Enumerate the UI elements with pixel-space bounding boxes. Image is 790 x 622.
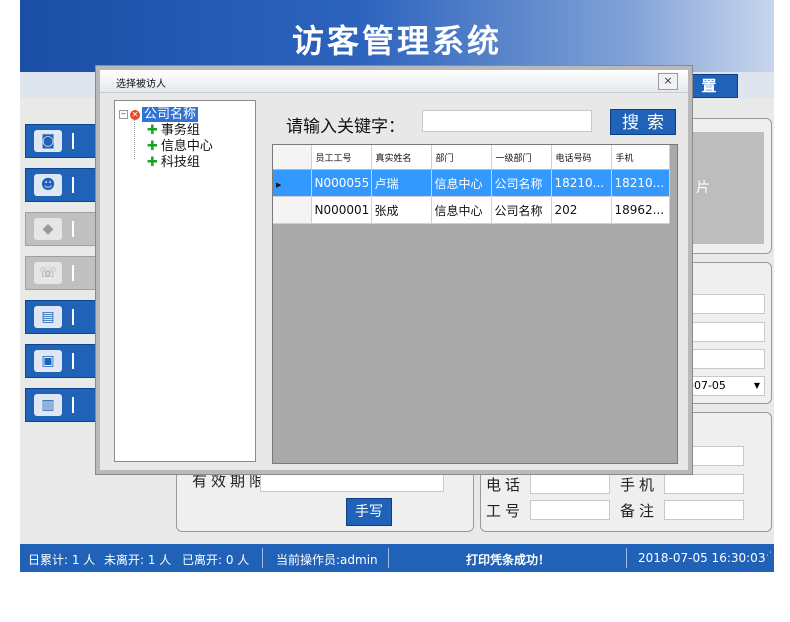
- phone-label: 电话: [486, 476, 525, 494]
- table-cell[interactable]: 公司名称: [491, 169, 552, 197]
- table-row[interactable]: ▶ N000055 卢瑞 信息中心 公司名称 18210... 18210...: [273, 169, 670, 197]
- handwrite-button[interactable]: 手写: [346, 498, 392, 526]
- status-bar: 日累计: 1 人 未离开: 1 人 已离开: 0 人 当前操作员:admin 打…: [20, 544, 774, 572]
- trash-icon: ▥: [34, 394, 62, 416]
- table-cell[interactable]: 信息中心: [431, 196, 492, 224]
- department-icon: ✚: [147, 155, 158, 170]
- chevron-down-icon: ▼: [753, 381, 760, 390]
- table-cell[interactable]: 公司名称: [491, 196, 552, 224]
- collapse-icon[interactable]: −: [119, 110, 128, 119]
- table-cell[interactable]: 信息中心: [431, 169, 492, 197]
- visitor-register-button[interactable]: ☻: [25, 168, 97, 202]
- info-field-2[interactable]: [685, 322, 765, 342]
- column-header[interactable]: 一级部门: [491, 145, 552, 170]
- separator: [72, 265, 74, 281]
- search-button[interactable]: 搜索: [610, 109, 676, 135]
- separator: [72, 397, 74, 413]
- camera-button[interactable]: ◙: [25, 124, 97, 158]
- status-datetime: 2018-07-05 16:30:03: [638, 551, 766, 565]
- row-header[interactable]: ▶: [273, 169, 312, 197]
- separator: [72, 221, 74, 237]
- photo-preview: 片: [690, 132, 764, 244]
- table-cell[interactable]: 张成: [371, 196, 432, 224]
- valid-period-field[interactable]: [260, 472, 444, 492]
- table-row[interactable]: N000001 张成 信息中心 公司名称 202 18962...: [273, 196, 670, 224]
- column-header[interactable]: 手机: [611, 145, 670, 170]
- app-title: 访客管理系统: [291, 22, 502, 60]
- app-header: 访客管理系统: [20, 0, 774, 72]
- phone-icon: ☏: [34, 262, 62, 284]
- phone-field[interactable]: [530, 474, 610, 494]
- card-button[interactable]: ▤: [25, 300, 97, 334]
- folder-icon: ▣: [34, 350, 62, 372]
- separator: [72, 177, 74, 193]
- row-header[interactable]: [273, 196, 312, 224]
- tree-item-tech[interactable]: ✚ 科技组: [147, 151, 200, 170]
- table-cell[interactable]: 202: [551, 196, 612, 224]
- left-count: 已离开: 0 人: [182, 553, 250, 567]
- close-icon[interactable]: ×: [658, 73, 678, 90]
- info-field-3[interactable]: [685, 349, 765, 369]
- column-header[interactable]: 电话号码: [551, 145, 612, 170]
- mobile-field[interactable]: [664, 474, 744, 494]
- resize-grip-icon[interactable]: ⋰: [763, 551, 772, 570]
- table-header-row: 员工工号 真实姓名 部门 一级部门 电话号码 手机: [273, 145, 670, 170]
- tree-connector: [134, 119, 135, 159]
- table-cell[interactable]: 18210...: [611, 169, 670, 197]
- keyword-input[interactable]: [422, 110, 592, 132]
- separator: [72, 309, 74, 325]
- date-picker[interactable]: -07-05 ▼: [685, 376, 765, 396]
- operator-label: 当前操作员:admin: [276, 553, 378, 567]
- keyword-label: 请输入关键字：: [286, 117, 405, 137]
- dialog-titlebar[interactable]: 选择被访人 ×: [100, 70, 688, 93]
- mobile-label: 手机: [620, 476, 659, 494]
- column-header[interactable]: 部门: [431, 145, 492, 170]
- tag-button[interactable]: ◆: [25, 212, 97, 246]
- trash-button[interactable]: ▥: [25, 388, 97, 422]
- company-icon: ✕: [130, 109, 140, 120]
- not-left-count: 未离开: 1 人: [104, 553, 172, 567]
- folder-button[interactable]: ▣: [25, 344, 97, 378]
- photo-label: 片: [696, 180, 710, 196]
- status-divider: [626, 548, 627, 568]
- remark-label: 备注: [620, 502, 659, 520]
- camera-icon: ◙: [34, 130, 62, 152]
- employee-grid: 员工工号 真实姓名 部门 一级部门 电话号码 手机 ▶ N000055 卢瑞 信…: [272, 144, 678, 464]
- table-cell[interactable]: 18962...: [611, 196, 670, 224]
- dialog-title: 选择被访人: [116, 79, 166, 90]
- department-tree: − ✕ 公司名称 ✚ 事务组 ✚ 信息中心 ✚ 科技组: [114, 100, 256, 462]
- table-cell[interactable]: 18210...: [551, 169, 612, 197]
- separator: [72, 133, 74, 149]
- phone-button[interactable]: ☏: [25, 256, 97, 290]
- card-icon: ▤: [34, 306, 62, 328]
- row-header-corner: [273, 145, 312, 170]
- person-icon: ☻: [34, 174, 62, 196]
- separator: [72, 353, 74, 369]
- status-divider: [388, 548, 389, 568]
- select-visitee-dialog: 选择被访人 × − ✕ 公司名称 ✚ 事务组 ✚ 信息中心 ✚ 科技组 请输入关键字： 搜…: [96, 66, 692, 474]
- table-cell[interactable]: N000001: [311, 196, 372, 224]
- current-row-icon: ▶: [276, 181, 282, 189]
- column-header[interactable]: 真实姓名: [371, 145, 432, 170]
- status-message: 打印凭条成功！: [466, 553, 551, 567]
- remark-field[interactable]: [664, 500, 744, 520]
- column-header[interactable]: 员工工号: [311, 145, 372, 170]
- work-no-field[interactable]: [530, 500, 610, 520]
- work-no-label: 工号: [486, 502, 525, 520]
- info-field-1[interactable]: [685, 294, 765, 314]
- table-cell[interactable]: N000055: [311, 169, 372, 197]
- date-value: -07-05: [690, 379, 726, 392]
- table-cell[interactable]: 卢瑞: [371, 169, 432, 197]
- status-divider: [262, 548, 263, 568]
- today-total: 日累计: 1 人: [28, 553, 96, 567]
- tag-icon: ◆: [34, 218, 62, 240]
